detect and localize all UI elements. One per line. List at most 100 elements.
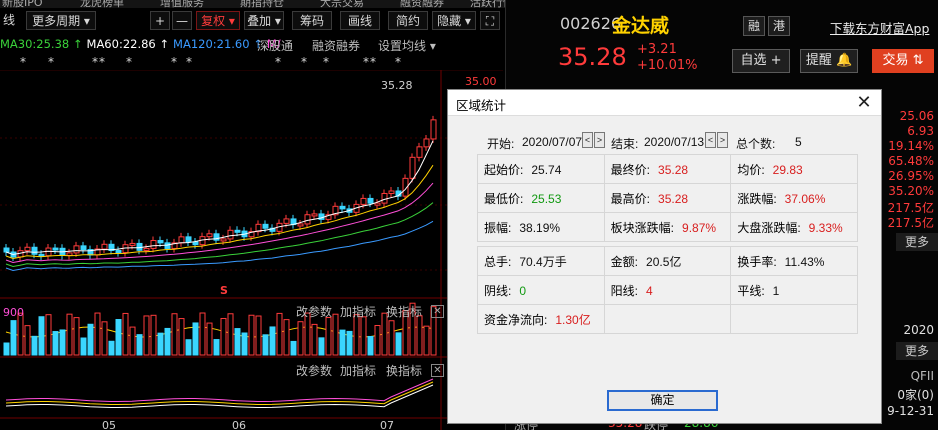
candle-body [192, 241, 199, 246]
ma-legend-item: MA30:25.38 ↑ [0, 37, 83, 51]
sub1-add-indicator-button[interactable]: 加指标 [340, 303, 376, 320]
candle-body [73, 245, 80, 254]
volume-bar [374, 325, 381, 356]
period-label[interactable]: 线 [0, 11, 18, 30]
candle-body [297, 223, 304, 227]
hk-connect-badge-button[interactable]: 港 [768, 16, 790, 36]
margin-trading-button[interactable]: 融资融券 [312, 37, 360, 54]
sub2-change-param-button[interactable]: 改参数 [296, 362, 332, 379]
volume-bar [213, 339, 220, 356]
top-menu-item[interactable]: 大宗交易 [320, 0, 364, 8]
peak-price-label: 35.28 [381, 79, 413, 92]
set-ma-dropdown[interactable]: 设置均线 ▾ [378, 37, 436, 54]
event-marker-icon[interactable]: * [395, 55, 401, 69]
simple-mode-button[interactable]: 简约 [388, 11, 428, 30]
dialog-title: 区域统计 [456, 99, 507, 113]
stats-value: 20.5亿 [646, 254, 682, 269]
dialog-body: 开始: 2020/07/07 < > 结束: 2020/07/13 < > 总个… [477, 128, 858, 334]
top-menu-item[interactable]: 增值服务 [160, 0, 204, 8]
margin-badge-button[interactable]: 融 [743, 16, 765, 36]
volume-bar [94, 312, 101, 356]
qfii-count: 0家(0) [897, 388, 934, 402]
volume-bar [199, 312, 206, 356]
top-menu-item[interactable]: 期指持仓 [240, 0, 284, 8]
chart-toolbar: 线 更多周期 ▾ + — 复权 ▾ 叠加 ▾ 筹码 画线 简约 隐藏 ▾ ⛶ [0, 9, 503, 33]
event-marker-icon[interactable]: * [301, 55, 307, 69]
stats-cell: 阴线: 0 [477, 275, 605, 305]
event-marker-icon[interactable]: * [186, 55, 192, 69]
event-marker-icon[interactable]: * [99, 55, 105, 69]
candle-body [283, 218, 290, 224]
candle-body [38, 253, 45, 257]
top-menu-item[interactable]: 龙虎榜单 [80, 0, 124, 8]
month-label: 06 [232, 419, 246, 430]
alert-button[interactable]: 提醒 🔔 [800, 49, 858, 73]
start-prev-icon[interactable]: < [582, 132, 593, 148]
sub1-switch-indicator-button[interactable]: 换指标 [386, 303, 422, 320]
candle-body [143, 247, 150, 251]
draw-line-button[interactable]: 画线 [340, 11, 380, 30]
kline-chart[interactable]: 35.28 35.00 S 900 05 06 07 改参数 加指标 换指标 ✕… [0, 69, 503, 430]
event-marker-icon[interactable]: * [370, 55, 376, 69]
sub2-add-indicator-button[interactable]: 加指标 [340, 362, 376, 379]
dialog-titlebar[interactable]: 区域统计 ✕ [448, 90, 881, 116]
volume-bar [423, 325, 430, 356]
fullscreen-icon[interactable]: ⛶ [480, 11, 500, 30]
event-marker-icon[interactable]: * [20, 55, 26, 69]
event-marker-icon[interactable]: * [275, 55, 281, 69]
end-next-icon[interactable]: > [717, 132, 728, 148]
sell-signal-mark: S [220, 284, 228, 297]
overlay-dropdown[interactable]: 叠加 ▾ [244, 11, 284, 30]
candle-body [31, 246, 38, 255]
price-change-value: +3.21 [637, 42, 677, 57]
event-marker-icon[interactable]: * [92, 55, 98, 69]
top-menu-item[interactable]: 新股IPO [2, 0, 43, 8]
volume-bar [24, 325, 31, 356]
candle-body [381, 192, 388, 204]
zoom-out-button[interactable]: — [172, 11, 192, 30]
chips-button[interactable]: 筹码 [292, 11, 332, 30]
event-markers-row: * * * * * * * * * * * * * [0, 55, 500, 69]
ok-button[interactable]: 确定 [607, 390, 718, 411]
event-marker-icon[interactable]: * [126, 55, 132, 69]
volume-bar [157, 332, 164, 356]
stats-cell: 平线: 1 [730, 275, 858, 305]
zoom-in-button[interactable]: + [150, 11, 170, 30]
quote-stat-value: 65.48% [888, 154, 934, 168]
stats-value: 29.83 [772, 162, 803, 177]
sub1-close-icon[interactable]: ✕ [431, 305, 444, 318]
event-marker-icon[interactable]: * [48, 55, 54, 69]
month-label: 05 [102, 419, 116, 430]
shenguotong-button[interactable]: 深股通 [257, 37, 293, 54]
fuquan-dropdown[interactable]: 复权 ▾ [196, 11, 240, 30]
add-watchlist-button[interactable]: 自选 + [732, 49, 790, 73]
trade-button[interactable]: 交易 ⇅ [872, 49, 934, 73]
sub1-change-param-button[interactable]: 改参数 [296, 303, 332, 320]
hide-dropdown[interactable]: 隐藏 ▾ [432, 11, 476, 30]
event-marker-icon[interactable]: * [363, 55, 369, 69]
stats-value: 70.4万手 [519, 254, 567, 269]
stats-label: 起始价: [484, 162, 524, 177]
stats-value: 9.87% [682, 220, 717, 235]
volume-bar [108, 340, 115, 356]
start-next-icon[interactable]: > [594, 132, 605, 148]
top-menu-item[interactable]: 融资融券 [400, 0, 444, 8]
volume-bar [178, 318, 185, 356]
end-prev-icon[interactable]: < [705, 132, 716, 148]
download-app-link[interactable]: 下载东方财富App [830, 18, 929, 37]
event-marker-icon[interactable]: * [171, 55, 177, 69]
sub2-switch-indicator-button[interactable]: 换指标 [386, 362, 422, 379]
close-icon[interactable]: ✕ [853, 92, 875, 114]
candle-body [311, 213, 318, 217]
stats-cell: 资金净流向: 1.30亿 [477, 304, 605, 334]
stats-value: 35.28 [658, 162, 689, 177]
stats-cell: 最低价: 25.53 [477, 183, 605, 213]
volume-bar [262, 334, 269, 356]
sub2-close-icon[interactable]: ✕ [431, 364, 444, 377]
volume-bar [220, 317, 227, 356]
more-button-2[interactable]: 更多 [896, 342, 938, 360]
stats-cell: 最高价: 35.28 [603, 183, 732, 213]
more-period-dropdown[interactable]: 更多周期 ▾ [26, 11, 96, 30]
more-button[interactable]: 更多 [896, 233, 938, 251]
event-marker-icon[interactable]: * [323, 55, 329, 69]
